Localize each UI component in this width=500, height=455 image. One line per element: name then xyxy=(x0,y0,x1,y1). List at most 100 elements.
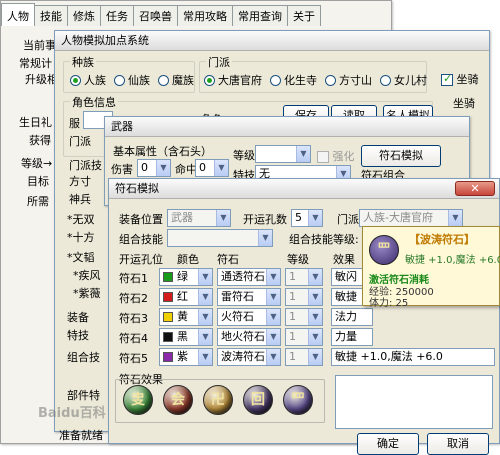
tooltip-stamina: 体力: 25 xyxy=(369,298,409,309)
race-radio-immortal[interactable]: 仙族 xyxy=(114,72,150,88)
hit-select[interactable]: 0 ▼ xyxy=(195,159,229,177)
chevron-down-icon: ▼ xyxy=(266,289,280,305)
header-stone: 符石 xyxy=(217,253,239,266)
holes-select[interactable]: 5 ▼ xyxy=(291,209,323,227)
level-select[interactable]: 1 ▼ xyxy=(285,288,323,306)
chevron-down-icon: ▼ xyxy=(308,309,322,325)
confirm-button[interactable]: 确定 xyxy=(357,433,419,455)
strengthen-check-box xyxy=(317,151,329,163)
race-group-title: 种族 xyxy=(70,54,96,70)
stone-value: 火符石 xyxy=(221,310,254,323)
chevron-down-icon: ▼ xyxy=(296,146,310,162)
stone-value: 地火符石 xyxy=(221,330,265,343)
close-button[interactable]: ✕ xyxy=(455,181,495,196)
radio-dot xyxy=(114,74,125,86)
color-select[interactable]: 黄 ▼ xyxy=(159,308,213,326)
tab-character[interactable]: 人物 xyxy=(1,3,35,26)
level-select[interactable]: 1 ▼ xyxy=(285,308,323,326)
level-label: 等级 xyxy=(233,149,255,162)
chevron-down-icon: ▼ xyxy=(214,160,228,176)
color-select[interactable]: 紫 ▼ xyxy=(159,348,213,366)
strengthen-label: 强化 xyxy=(332,150,355,163)
stone-titlebar[interactable]: 符石模拟 ✕ xyxy=(109,179,499,199)
race-radio-human[interactable]: 人族 xyxy=(70,72,106,88)
color-select[interactable]: 绿 ▼ xyxy=(159,268,213,286)
left-partial: *十方 xyxy=(67,231,95,244)
sect-field-label: 门派 xyxy=(69,135,91,148)
chevron-down-icon: ▼ xyxy=(308,289,322,305)
combo-skill-select[interactable]: ▼ xyxy=(167,229,273,247)
cancel-button[interactable]: 取消 xyxy=(427,433,489,455)
tab-guides[interactable]: 常用攻略 xyxy=(177,5,233,26)
left-partial: 门派技 xyxy=(69,159,102,172)
sect-radio-huasheng[interactable]: 化生寺 xyxy=(270,72,317,88)
stone-select[interactable]: 雷符石 ▼ xyxy=(217,288,281,306)
sect-radio-nverv[interactable]: 女儿村 xyxy=(380,72,427,88)
effect-value: 敏捷 xyxy=(335,290,357,303)
slot-label: 符石3 xyxy=(119,312,148,325)
slot-label: 符石5 xyxy=(119,352,148,365)
left-partial: 装备 xyxy=(67,311,89,324)
tab-skills[interactable]: 技能 xyxy=(34,5,68,26)
left-partial: 组合技 xyxy=(67,351,100,364)
race-radio-demon[interactable]: 魔族 xyxy=(158,72,194,88)
level-select[interactable]: 1 ▼ xyxy=(285,268,323,286)
main-tabs: 人物 技能 修炼 任务 召唤兽 常用攻略 常用查询 关于 xyxy=(1,3,321,26)
stone-select[interactable]: 地火符石 ▼ xyxy=(217,328,281,346)
tooltip-gem-icon: 罒 xyxy=(369,235,399,265)
strengthen-checkbox[interactable]: 强化 xyxy=(317,148,355,164)
chevron-down-icon: ▼ xyxy=(266,349,280,365)
sect-value: 人族-大唐官府 xyxy=(363,211,433,224)
slot-label: 符石1 xyxy=(119,272,148,285)
effect-value: 力量 xyxy=(335,330,357,343)
stone-row: 符石5 紫 ▼ 波涛符石 ▼ 1 ▼ 敏捷 +1.0,魔法 +6.0 xyxy=(113,347,497,367)
partial-label: 常规计 xyxy=(19,57,52,70)
tab-about[interactable]: 关于 xyxy=(287,5,321,26)
damage-select[interactable]: 0 ▼ xyxy=(137,159,171,177)
level-value: 1 xyxy=(289,290,296,303)
partial-label: 当前事 xyxy=(23,39,56,52)
tab-summons[interactable]: 召唤兽 xyxy=(133,5,178,26)
stone-select[interactable]: 通透符石 ▼ xyxy=(217,268,281,286)
sect-group: 门派 大唐官府 化生寺 方寸山 女儿村 xyxy=(199,54,427,93)
tab-lookup[interactable]: 常用查询 xyxy=(232,5,288,26)
sect-radio-datang[interactable]: 大唐官府 xyxy=(204,72,262,88)
sect-label: 化生寺 xyxy=(284,74,317,87)
level-value: 1 xyxy=(289,350,296,363)
equip-pos-label: 装备位置 xyxy=(119,213,163,226)
damage-value: 0 xyxy=(141,161,148,174)
mount-label-2: 坐骑 xyxy=(453,97,475,110)
mount-checkbox[interactable]: 坐骑 xyxy=(441,71,479,87)
color-swatch xyxy=(163,352,173,362)
combo-level-label: 组合技能等级: xyxy=(289,233,359,246)
left-partial: *无双 xyxy=(67,213,95,226)
base-attr-label: 基本属性（含石头） xyxy=(113,145,212,158)
color-select[interactable]: 黑 ▼ xyxy=(159,328,213,346)
sect-select[interactable]: 人族-大唐官府 ▼ xyxy=(359,209,463,227)
stone-value: 通透符石 xyxy=(221,270,265,283)
level-select[interactable]: 1 ▼ xyxy=(285,348,323,366)
holes-value: 5 xyxy=(295,211,302,224)
effect-field: 法力 xyxy=(331,308,373,326)
sect-radio-fangcun[interactable]: 方寸山 xyxy=(325,72,372,88)
stone-select[interactable]: 火符石 ▼ xyxy=(217,308,281,326)
mount-check-box xyxy=(441,72,453,86)
header-effect: 效果 xyxy=(333,253,355,266)
stone-select[interactable]: 波涛符石 ▼ xyxy=(217,348,281,366)
slot-label: 符石4 xyxy=(119,332,148,345)
tab-quests[interactable]: 任务 xyxy=(100,5,134,26)
color-select[interactable]: 红 ▼ xyxy=(159,288,213,306)
stone-sim-button[interactable]: 符石模拟 xyxy=(361,145,441,167)
stone-tooltip: 罒 【波涛符石】 敏捷 +1.0,魔法 +6.0 激活符石消耗 经验: 2500… xyxy=(362,226,500,309)
partial-label: 目标 xyxy=(27,175,49,188)
character-titlebar[interactable]: 人物模拟加点系统 xyxy=(55,31,489,51)
weapon-titlebar[interactable]: 武器 xyxy=(105,117,469,137)
level-select[interactable]: 1 ▼ xyxy=(285,328,323,346)
close-icon: ✕ xyxy=(470,182,480,195)
weapon-window-title: 武器 xyxy=(111,120,133,133)
tab-cultivation[interactable]: 修炼 xyxy=(67,5,101,26)
weapon-level-select[interactable]: ▼ xyxy=(255,145,311,163)
equip-pos-select[interactable]: 武器 ▼ xyxy=(167,209,231,227)
color-swatch xyxy=(163,292,173,302)
hit-value: 0 xyxy=(199,161,206,174)
